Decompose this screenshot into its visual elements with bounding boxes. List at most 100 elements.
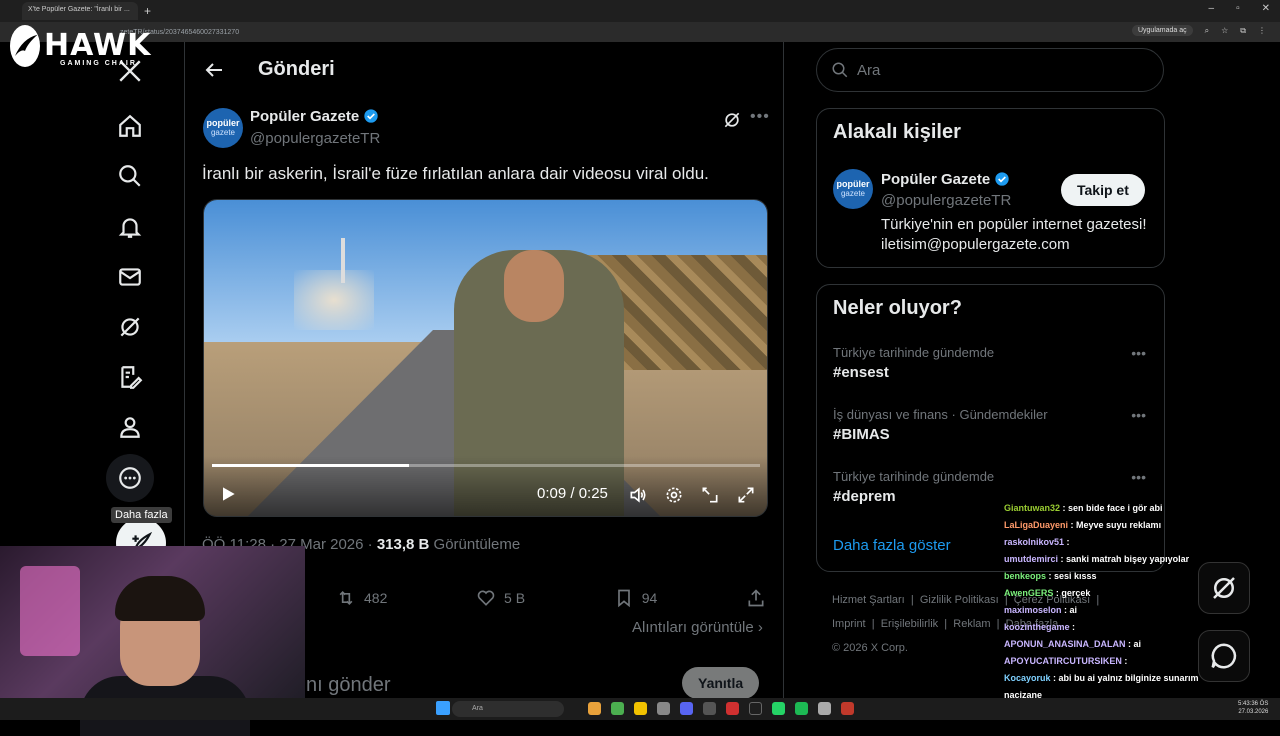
trend-item[interactable]: İş dünyası ve finans · Gündemdekiler #BI… — [833, 407, 1048, 443]
maximize-icon[interactable]: ▫ — [1236, 3, 1240, 14]
whatsapp-icon[interactable] — [772, 702, 785, 715]
play-icon[interactable] — [218, 484, 238, 504]
chat-line: AwenGERS : gerçek — [1004, 588, 1091, 598]
taskbar-apps — [588, 702, 854, 715]
related-bio: Türkiye'nin en popüler internet gazetesi… — [881, 216, 1147, 253]
search-input[interactable]: Ara — [816, 48, 1164, 92]
chat-line: LaLigaDuayeni : Meyve suyu reklamı — [1004, 520, 1162, 530]
app-icon[interactable] — [818, 702, 831, 715]
video-time: 0:09 / 0:25 — [537, 485, 608, 502]
discord-icon[interactable] — [680, 702, 693, 715]
home-icon[interactable] — [113, 109, 147, 143]
grok-float-icon[interactable] — [1198, 562, 1250, 614]
bookmark-button[interactable]: 94 — [614, 588, 658, 608]
zoom-icon[interactable]: ⌕ — [1205, 26, 1209, 36]
chat-line: Giantuwan32 : sen bide face i gör abi — [1004, 503, 1163, 513]
extensions-icon[interactable]: ⧉ — [1240, 26, 1246, 36]
trend-more-icon[interactable]: ••• — [1131, 407, 1146, 423]
hawk-logo-subtitle: GAMING CHAIR — [60, 60, 137, 67]
reply-button[interactable]: Yanıtla — [682, 667, 760, 699]
retweet-button[interactable]: 482 — [336, 588, 387, 608]
picture-in-picture-icon[interactable] — [700, 485, 720, 505]
app-icon[interactable] — [726, 702, 739, 715]
hawk-logo-icon — [10, 25, 40, 67]
footer-terms[interactable]: Hizmet Şartları — [832, 594, 905, 606]
spotify-icon[interactable] — [795, 702, 808, 715]
more-options-icon[interactable] — [106, 454, 154, 502]
window-controls: – ▫ ✕ — [1209, 3, 1271, 14]
new-tab-button[interactable]: + — [144, 4, 151, 18]
explore-search-icon[interactable] — [113, 159, 147, 193]
grok-explain-icon[interactable] — [722, 110, 742, 130]
fullscreen-icon[interactable] — [736, 485, 756, 505]
footer-accessibility[interactable]: Erişilebilirlik — [881, 618, 938, 630]
notifications-bell-icon[interactable] — [113, 210, 147, 244]
chat-message: gerçek — [1061, 588, 1091, 598]
profile-person-icon[interactable] — [113, 410, 147, 444]
back-arrow-icon[interactable] — [202, 58, 226, 82]
footer-imprint[interactable]: Imprint — [832, 618, 866, 630]
author-avatar[interactable]: popüler gazete — [203, 108, 243, 148]
chat-line: raskolnikov51 : — [1004, 537, 1070, 547]
app-icon[interactable] — [611, 702, 624, 715]
chat-message: ai — [1133, 639, 1142, 649]
trend-more-icon[interactable]: ••• — [1131, 469, 1146, 485]
clock-date: 27.03.2026 — [1238, 709, 1269, 715]
show-more-link[interactable]: Daha fazla göster — [833, 537, 951, 554]
windows-start-icon[interactable] — [436, 701, 450, 715]
bookmark-star-icon[interactable]: ☆ — [1221, 26, 1228, 35]
app-icon[interactable] — [841, 702, 854, 715]
articles-compose-icon[interactable] — [113, 360, 147, 394]
footer-privacy[interactable]: Gizlilik Politikası — [920, 594, 999, 606]
trend-more-icon[interactable]: ••• — [1131, 345, 1146, 361]
follow-button[interactable]: Takip et — [1061, 174, 1145, 206]
related-name[interactable]: Popüler Gazete — [881, 171, 1010, 188]
like-button[interactable]: 5 B — [476, 588, 525, 608]
trend-item[interactable]: Türkiye tarihinde gündemde #ensest — [833, 345, 994, 381]
trend-item[interactable]: Türkiye tarihinde gündemde #deprem — [833, 469, 994, 505]
chat-message: ai — [1069, 605, 1078, 615]
hawk-logo: HAWK GAMING CHAIR — [10, 22, 150, 70]
menu-icon[interactable]: ⋮ — [1258, 26, 1266, 35]
avatar-text-1: popüler — [206, 118, 240, 128]
taskbar-search[interactable]: Ara — [452, 701, 564, 717]
footer-ads[interactable]: Reklam — [953, 618, 990, 630]
chat-user: koozinthegame — [1004, 622, 1070, 632]
share-button[interactable] — [746, 588, 766, 608]
tweet-more-icon[interactable]: ••• — [750, 108, 770, 126]
messages-float-icon[interactable] — [1198, 630, 1250, 682]
chat-user: APONUN_ANASINA_DALAN — [1004, 639, 1126, 649]
related-handle[interactable]: @populergazeteTR — [881, 192, 1011, 209]
related-avatar[interactable]: popüler gazete — [833, 169, 873, 209]
related-name-text[interactable]: Popüler Gazete — [881, 171, 990, 188]
view-quotes-label[interactable]: Alıntıları görüntüle — [632, 619, 754, 636]
messages-mail-icon[interactable] — [113, 260, 147, 294]
app-icon[interactable] — [588, 702, 601, 715]
settings-gear-icon[interactable] — [664, 485, 684, 505]
app-icon[interactable] — [703, 702, 716, 715]
grok-icon[interactable] — [113, 310, 147, 344]
related-title: Alakalı kişiler — [833, 121, 961, 143]
author-name-text[interactable]: Popüler Gazete — [250, 108, 359, 125]
app-icon[interactable] — [749, 702, 762, 715]
related-avatar-text-2: gazete — [840, 189, 866, 198]
view-quotes-link[interactable]: Alıntıları görüntüle › — [632, 619, 763, 636]
folder-icon[interactable] — [634, 702, 647, 715]
browser-tab-bar: X'te Popüler Gazete: "İranlı bir ... + –… — [0, 0, 1280, 22]
minimize-icon[interactable]: – — [1209, 3, 1215, 14]
close-icon[interactable]: ✕ — [1262, 3, 1270, 14]
author-handle[interactable]: @populergazeteTR — [250, 130, 380, 147]
bookmark-count: 94 — [641, 590, 658, 606]
chat-user: umutdemirci — [1004, 554, 1059, 564]
webcam-overlay — [0, 546, 305, 736]
video-progress-bar[interactable] — [212, 464, 760, 467]
author-name[interactable]: Popüler Gazete — [250, 108, 379, 125]
volume-icon[interactable] — [628, 485, 648, 505]
hawk-logo-text: HAWK — [44, 28, 152, 63]
app-icon[interactable] — [657, 702, 670, 715]
open-in-app-button[interactable]: Uygulamada aç — [1131, 25, 1193, 36]
chat-user: LaLigaDuayeni — [1004, 520, 1069, 530]
tweet-video[interactable]: 0:09 / 0:25 — [203, 199, 768, 517]
reply-input[interactable]: nı gönder — [306, 674, 391, 697]
browser-tab[interactable]: X'te Popüler Gazete: "İranlı bir ... — [22, 2, 138, 20]
